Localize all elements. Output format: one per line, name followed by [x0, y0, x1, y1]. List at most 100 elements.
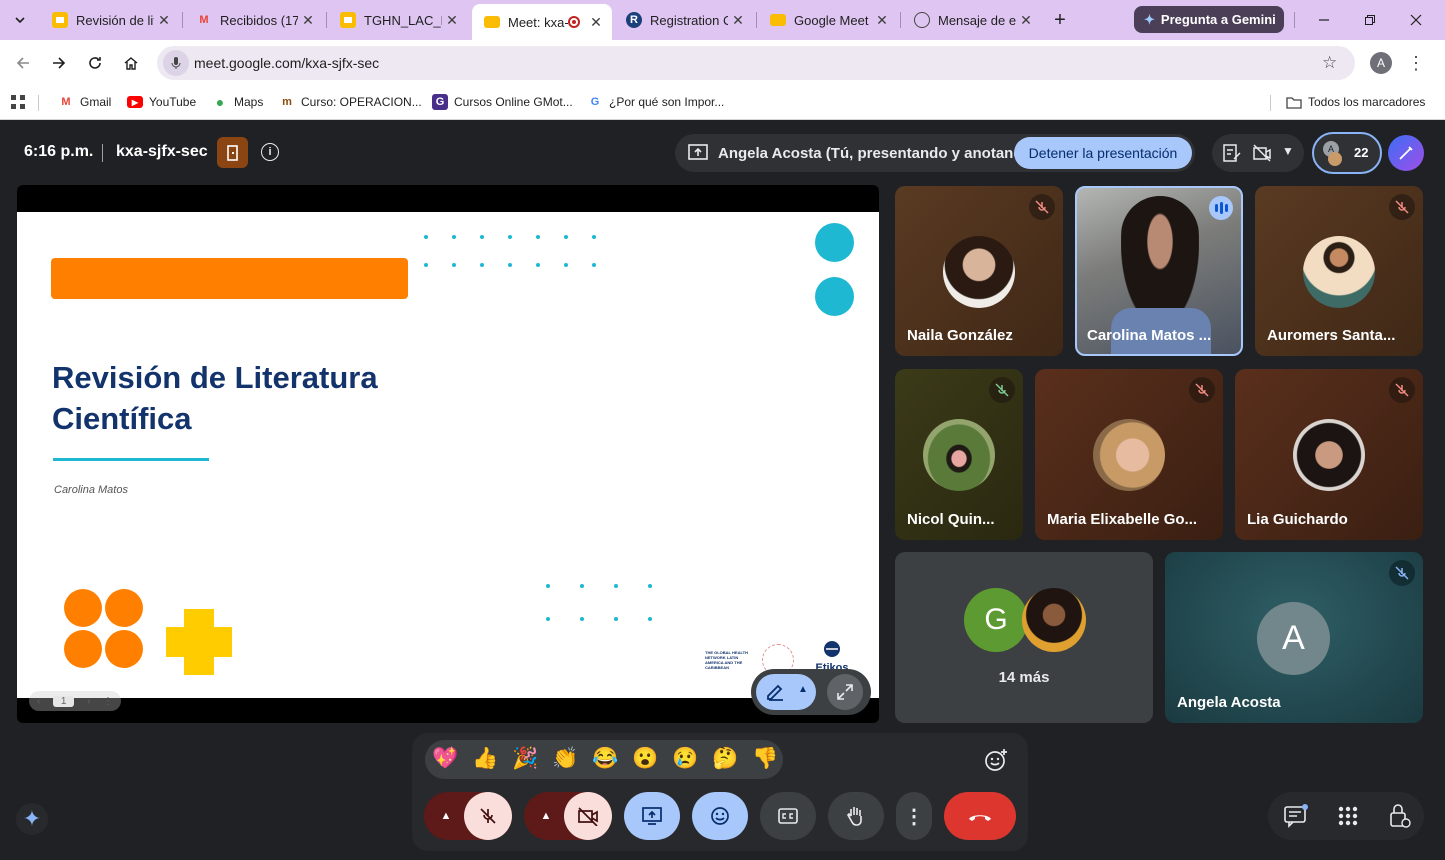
participant-tile[interactable]: Nicol Quin... — [895, 369, 1023, 540]
camera-off-tile-icon[interactable] — [1252, 143, 1272, 168]
bookmark-label: Curso: OPERACION... — [301, 95, 422, 109]
participants-button[interactable]: A 22 — [1312, 132, 1382, 174]
tab-registration[interactable]: R Registration C ✕ — [614, 6, 754, 34]
participant-tile[interactable]: Naila González — [895, 186, 1063, 356]
prev-slide-icon[interactable]: ‹ — [37, 696, 40, 707]
home-icon[interactable] — [119, 51, 143, 75]
back-icon[interactable] — [11, 51, 35, 75]
tab-search-chevron-icon[interactable] — [8, 8, 32, 32]
annotate-pen-button[interactable]: ▲ — [756, 674, 816, 710]
close-tab-icon[interactable]: ✕ — [728, 12, 748, 29]
camera-toggle-button[interactable] — [564, 792, 612, 840]
reaction-heart[interactable]: 💖 — [432, 745, 458, 773]
gemini-spark-icon[interactable]: ✦ — [16, 803, 48, 835]
bookmark-curso[interactable]: m Curso: OPERACION... — [279, 92, 422, 112]
participant-tile[interactable]: Lia Guichardo — [1235, 369, 1423, 540]
mic-toggle-button[interactable] — [464, 792, 512, 840]
slide-pager[interactable]: ‹ 1 › ⋮ — [29, 691, 121, 711]
reaction-sad[interactable]: 😢 — [672, 745, 698, 773]
bookmark-cursos-online[interactable]: G Cursos Online GMot... — [432, 92, 573, 112]
host-controls-lock-icon[interactable] — [1388, 803, 1412, 834]
gemini-spark-icon: ✦ — [1144, 11, 1155, 27]
reactions-button[interactable] — [692, 792, 748, 840]
meet-icon — [484, 16, 500, 28]
host-chevron-icon[interactable]: ▼ — [1282, 144, 1294, 158]
raise-hand-button[interactable] — [828, 792, 884, 840]
all-bookmarks[interactable]: Todos los marcadores — [1286, 92, 1425, 112]
close-tab-icon[interactable]: ✕ — [298, 12, 318, 29]
profile-avatar[interactable]: A — [1370, 52, 1392, 74]
captions-button[interactable] — [760, 792, 816, 840]
browser-menu-icon[interactable]: ⋮ — [1404, 51, 1428, 75]
close-tab-icon[interactable]: ✕ — [872, 12, 892, 29]
reaction-thinking[interactable]: 🤔 — [712, 745, 738, 773]
self-tile[interactable]: A Angela Acosta — [1165, 552, 1423, 723]
slide-title-line2: Científica — [52, 401, 192, 436]
forward-icon[interactable] — [47, 51, 71, 75]
meeting-code: kxa-sjfx-sec — [116, 143, 208, 160]
bookmark-maps[interactable]: ● Maps — [212, 92, 264, 112]
slide-dot-grid-top — [424, 235, 596, 267]
bookmark-por-que[interactable]: G ¿Por qué son Impor... — [587, 92, 725, 112]
add-reaction-icon[interactable] — [984, 748, 1008, 777]
participant-photo — [1293, 419, 1365, 491]
close-tab-icon[interactable]: ✕ — [1016, 12, 1036, 29]
activities-grid-icon[interactable] — [1338, 806, 1358, 831]
tab-revision[interactable]: Revisión de lit ✕ — [40, 6, 180, 34]
slide-more-icon[interactable]: ⋮ — [103, 696, 113, 707]
leave-call-button[interactable] — [944, 792, 1016, 840]
bookmark-star-icon[interactable]: ☆ — [1322, 53, 1337, 73]
participant-name: Naila González — [907, 327, 1013, 344]
annotate-doc-icon[interactable] — [1222, 143, 1242, 168]
fullscreen-button[interactable] — [827, 674, 863, 710]
tab-meet-active[interactable]: Meet: kxa- ✕ — [472, 4, 612, 40]
reaction-laugh[interactable]: 😂 — [592, 745, 618, 773]
more-options-button[interactable]: ⋮ — [896, 792, 932, 840]
next-slide-icon[interactable]: › — [87, 696, 90, 707]
presentation-stage: Revisión de Literatura Científica Caroli… — [17, 185, 879, 723]
present-screen-icon — [642, 807, 662, 825]
more-participants-tile[interactable]: G 14 más — [895, 552, 1153, 723]
participant-tile[interactable]: Maria Elixabelle Go... — [1035, 369, 1223, 540]
tab-mensaje[interactable]: Mensaje de e ✕ — [902, 6, 1042, 34]
mic-off-icon — [1389, 560, 1415, 586]
tab-gmail[interactable]: M Recibidos (177 ✕ — [184, 6, 324, 34]
reload-icon[interactable] — [83, 51, 107, 75]
gemini-button[interactable]: ✦ Pregunta a Gemini — [1134, 6, 1284, 33]
breakout-door-icon[interactable] — [217, 137, 248, 168]
hang-up-icon — [969, 815, 991, 821]
site-mic-icon[interactable] — [163, 50, 189, 76]
reaction-clap[interactable]: 👏 — [552, 745, 578, 773]
close-tab-icon[interactable]: ✕ — [442, 12, 462, 29]
close-tab-icon[interactable]: ✕ — [586, 14, 606, 31]
meeting-info-icon[interactable]: i — [261, 143, 279, 161]
reaction-thumbs-down[interactable]: 👎 — [752, 745, 778, 773]
new-tab-icon[interactable]: + — [1048, 8, 1072, 32]
chat-icon[interactable] — [1283, 803, 1309, 834]
participant-name: Angela Acosta — [1177, 694, 1281, 711]
reaction-thumbs-up[interactable]: 👍 — [472, 745, 498, 773]
address-bar[interactable]: meet.google.com/kxa-sjfx-sec ☆ — [157, 46, 1355, 80]
restore-icon[interactable] — [1358, 8, 1382, 32]
reaction-party[interactable]: 🎉 — [512, 745, 538, 773]
tab-tghn[interactable]: TGHN_LAC_Et ✕ — [328, 6, 468, 34]
minimize-icon[interactable] — [1312, 8, 1336, 32]
bookmark-gmail[interactable]: M Gmail — [58, 92, 111, 112]
close-tab-icon[interactable]: ✕ — [154, 12, 174, 29]
participant-tile[interactable]: Auromers Santa... — [1255, 186, 1423, 356]
present-screen-icon — [688, 144, 708, 167]
bookmark-youtube[interactable]: ▶ YouTube — [127, 92, 196, 112]
bookmark-label: Maps — [234, 95, 264, 109]
participant-tile-speaking[interactable]: Carolina Matos ... — [1075, 186, 1243, 356]
stop-presenting-button[interactable]: Detener la presentación — [1014, 137, 1192, 169]
reaction-surprised[interactable]: 😮 — [632, 745, 658, 773]
gemini-notes-button[interactable] — [1388, 135, 1424, 171]
camera-options-chevron[interactable]: ▲ — [532, 792, 560, 840]
close-window-icon[interactable] — [1404, 8, 1428, 32]
url-text[interactable]: meet.google.com/kxa-sjfx-sec — [194, 55, 379, 71]
tab-google-meet[interactable]: Google Meet ✕ — [758, 6, 898, 34]
apps-grid-icon[interactable] — [10, 92, 26, 112]
host-controls: ▼ — [1212, 134, 1304, 172]
present-button[interactable] — [624, 792, 680, 840]
mic-options-chevron[interactable]: ▲ — [432, 792, 460, 840]
